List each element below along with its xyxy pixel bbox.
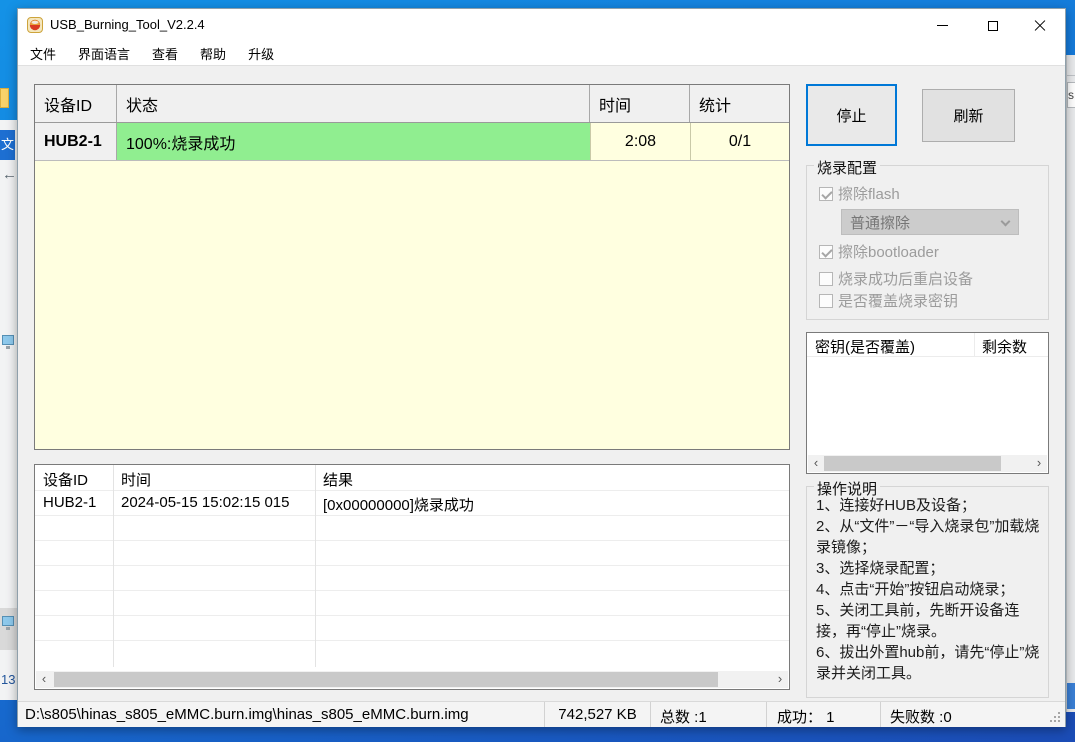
instruction-step: 4、点击“开始”按钮启动烧录； xyxy=(816,581,1015,598)
instructions-group: 操作说明 1、连接好HUB及设备； 2、从“文件”－“导入烧录包”加载烧录镜像；… xyxy=(806,478,1049,698)
resize-grip-icon[interactable] xyxy=(1058,720,1060,722)
menu-help[interactable]: 帮助 xyxy=(189,41,237,67)
failed-count: 失败数 :0 xyxy=(890,709,952,726)
burn-config-title: 烧录配置 xyxy=(814,157,881,178)
total-count: 总数 :1 xyxy=(651,702,767,727)
instruction-step: 2、从“文件”－“导入烧录包”加载烧录镜像； xyxy=(816,518,1040,556)
scrollbar-thumb[interactable] xyxy=(824,456,1001,471)
header-key: 密钥(是否覆盖) xyxy=(807,333,975,356)
titlebar: USB_Burning_Tool_V2.2.4 xyxy=(18,9,1065,42)
device-id-cell: HUB2-1 xyxy=(35,123,117,160)
time-cell: 2:08 xyxy=(590,123,690,160)
burn-config-group: 烧录配置 擦除flash 普通擦除 擦除bootloader 烧录成功后重启设备… xyxy=(806,157,1049,320)
device-table-header: 设备ID 状态 时间 统计 xyxy=(35,85,789,123)
background-number: 13 xyxy=(1,672,16,687)
refresh-button[interactable]: 刷新 xyxy=(922,89,1015,142)
scroll-left-icon[interactable]: ‹ xyxy=(808,455,824,472)
log-row-empty xyxy=(35,615,789,640)
background-folder-icon xyxy=(0,88,9,108)
background-window-left: 文 ← 13 xyxy=(0,120,17,700)
log-header-result: 结果 xyxy=(323,472,354,489)
header-status: 状态 xyxy=(117,85,590,122)
log-header-time: 时间 xyxy=(121,472,152,489)
log-table: 设备ID 时间 结果 HUB2-1 2024-05-15 15:02:15 01… xyxy=(34,464,790,690)
instructions-text: 1、连接好HUB及设备； 2、从“文件”－“导入烧录包”加载烧录镜像； 3、选择… xyxy=(816,495,1044,684)
log-row-empty xyxy=(35,540,789,565)
device-row[interactable]: HUB2-1 100%:烧录成功 2:08 0/1 xyxy=(35,123,789,161)
log-table-header: 设备ID 时间 结果 xyxy=(35,465,789,490)
checkbox-unchecked-icon[interactable] xyxy=(819,271,833,286)
background-letter: s xyxy=(1067,82,1075,108)
maximize-icon xyxy=(987,20,998,31)
reboot-after-option[interactable]: 烧录成功后重启设备 xyxy=(819,268,973,289)
background-window-right: s xyxy=(1066,55,1075,712)
log-header-device-id: 设备ID xyxy=(43,472,89,489)
menu-view[interactable]: 查看 xyxy=(141,41,189,67)
header-remaining: 剩余数 xyxy=(982,339,1028,356)
client-area: 设备ID 状态 时间 统计 HUB2-1 100%:烧录成功 2:08 0/1 … xyxy=(18,65,1065,701)
reboot-after-label: 烧录成功后重启设备 xyxy=(838,271,974,288)
erase-bootloader-label: 擦除bootloader xyxy=(838,244,939,261)
log-time: 2024-05-15 15:02:15 015 xyxy=(121,494,290,511)
scroll-left-icon[interactable]: ‹ xyxy=(36,671,52,688)
success-count: 成功： 1 xyxy=(767,702,881,727)
window-title: USB_Burning_Tool_V2.2.4 xyxy=(50,17,205,32)
header-device-id: 设备ID xyxy=(35,85,117,122)
instruction-step: 1、连接好HUB及设备； xyxy=(816,497,977,514)
instruction-step: 6、拔出外置hub前，请先“停止”烧录并关闭工具。 xyxy=(816,644,1040,682)
device-progress-table: 设备ID 状态 时间 统计 HUB2-1 100%:烧录成功 2:08 0/1 xyxy=(34,84,790,450)
log-row-empty xyxy=(35,565,789,590)
progress-bar: 100%:烧录成功 xyxy=(117,123,590,160)
background-blue-icon xyxy=(1067,683,1075,709)
checkbox-checked-icon[interactable] xyxy=(819,244,833,259)
overwrite-key-option[interactable]: 是否覆盖烧录密钥 xyxy=(819,290,958,311)
log-device-id: HUB2-1 xyxy=(43,494,97,511)
overwrite-key-label: 是否覆盖烧录密钥 xyxy=(838,293,959,310)
minimize-icon xyxy=(937,25,948,26)
key-table-header: 密钥(是否覆盖) 剩余数 xyxy=(807,333,1048,357)
erase-mode-value: 普通擦除 xyxy=(850,214,911,232)
log-row-empty xyxy=(35,515,789,540)
checkbox-checked-icon[interactable] xyxy=(819,186,833,201)
log-result: [0x00000000]烧录成功 xyxy=(323,497,474,514)
scrollbar-thumb[interactable] xyxy=(54,672,718,687)
checkbox-unchecked-icon[interactable] xyxy=(819,293,833,308)
key-table: 密钥(是否覆盖) 剩余数 ‹ › xyxy=(806,332,1049,474)
erase-mode-dropdown[interactable]: 普通擦除 xyxy=(841,209,1019,235)
instruction-step: 5、关闭工具前，先断开设备连接，再“停止”烧录。 xyxy=(816,602,1020,640)
stat-cell: 0/1 xyxy=(690,123,789,160)
log-row[interactable]: HUB2-1 2024-05-15 15:02:15 015 [0x000000… xyxy=(35,490,789,515)
explorer-tile-icon: 文 xyxy=(0,130,15,160)
back-arrow-icon: ← xyxy=(2,166,17,183)
minimize-button[interactable] xyxy=(920,9,965,42)
log-row-empty xyxy=(35,640,789,665)
key-table-scrollbar[interactable]: ‹ › xyxy=(808,455,1047,472)
image-size: 742,527 KB xyxy=(545,702,651,727)
computer-icon xyxy=(2,616,14,630)
app-icon xyxy=(27,17,43,33)
close-icon xyxy=(1034,20,1046,32)
erase-flash-option[interactable]: 擦除flash xyxy=(819,183,900,204)
maximize-button[interactable] xyxy=(970,9,1015,42)
scroll-right-icon[interactable]: › xyxy=(772,671,788,688)
usb-burning-tool-window: USB_Burning_Tool_V2.2.4 文件 界面语言 查看 帮助 升级… xyxy=(17,8,1066,727)
computer-icon xyxy=(2,335,14,349)
menu-upgrade[interactable]: 升级 xyxy=(237,41,285,67)
instruction-step: 3、选择烧录配置； xyxy=(816,560,945,577)
close-button[interactable] xyxy=(1017,9,1062,42)
stop-button[interactable]: 停止 xyxy=(806,84,897,146)
chevron-down-icon xyxy=(1000,216,1011,227)
image-path: D:\s805\hinas_s805_eMMC.burn.img\hinas_s… xyxy=(18,702,545,727)
menu-language[interactable]: 界面语言 xyxy=(67,41,141,67)
header-time: 时间 xyxy=(590,85,690,122)
scroll-right-icon[interactable]: › xyxy=(1031,455,1047,472)
menu-bar: 文件 界面语言 查看 帮助 升级 xyxy=(18,42,1065,65)
log-row-empty xyxy=(35,590,789,615)
log-table-scrollbar[interactable]: ‹ › xyxy=(36,671,788,688)
erase-flash-label: 擦除flash xyxy=(838,186,900,203)
erase-bootloader-option[interactable]: 擦除bootloader xyxy=(819,241,939,262)
status-bar: D:\s805\hinas_s805_eMMC.burn.img\hinas_s… xyxy=(18,701,1065,727)
header-stat: 统计 xyxy=(699,97,732,115)
menu-file[interactable]: 文件 xyxy=(19,41,67,67)
